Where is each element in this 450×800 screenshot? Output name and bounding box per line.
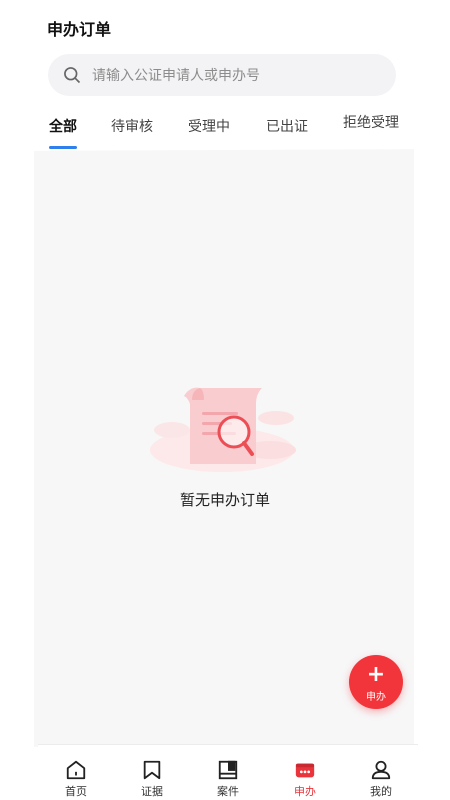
bookmark-icon <box>143 760 161 780</box>
tab-issued[interactable]: 已出证 <box>266 116 308 136</box>
search-input[interactable]: 请输入公证申请人或申办号 <box>48 54 396 96</box>
fab-label: 申办 <box>366 692 386 703</box>
search-icon <box>64 67 81 84</box>
apply-icon <box>295 763 315 778</box>
tabbar-item-apply[interactable]: 申办 <box>280 759 330 799</box>
page-title: 申办订单 <box>47 20 112 39</box>
case-icon <box>218 760 238 780</box>
tabbar-label: 我的 <box>370 785 392 798</box>
tabbar-item-mine[interactable]: 我的 <box>356 759 406 799</box>
tabbar-label: 首页 <box>65 785 87 798</box>
tab-processing[interactable]: 受理中 <box>188 116 230 136</box>
tabbar-label: 案件 <box>217 785 239 798</box>
tab-all[interactable]: 全部 <box>49 116 77 136</box>
tabbar-label: 申办 <box>294 785 316 798</box>
person-icon <box>371 760 391 780</box>
tabbar-label: 证据 <box>141 785 163 798</box>
tabbar-item-home[interactable]: 首页 <box>51 759 101 799</box>
home-icon <box>66 760 86 780</box>
apply-fab-button[interactable]: + 申办 <box>349 655 403 709</box>
filter-tabs: 全部 待审核 受理中 已出证 拒绝受理 <box>48 112 418 152</box>
tab-rejected[interactable]: 拒绝受理 <box>343 112 399 132</box>
tab-pending-review[interactable]: 待审核 <box>111 116 153 136</box>
plus-icon: + <box>366 662 386 687</box>
search-placeholder: 请输入公证申请人或申办号 <box>92 68 260 84</box>
active-tab-indicator <box>49 146 77 149</box>
tabbar-item-evidence[interactable]: 证据 <box>127 759 177 799</box>
empty-state-message: 暂无申办订单 <box>179 491 270 509</box>
bottom-tab-bar: 首页 证据 案件 申办 我的 <box>38 744 418 800</box>
tabbar-item-case[interactable]: 案件 <box>203 759 253 799</box>
document-search-illustration <box>150 387 296 472</box>
